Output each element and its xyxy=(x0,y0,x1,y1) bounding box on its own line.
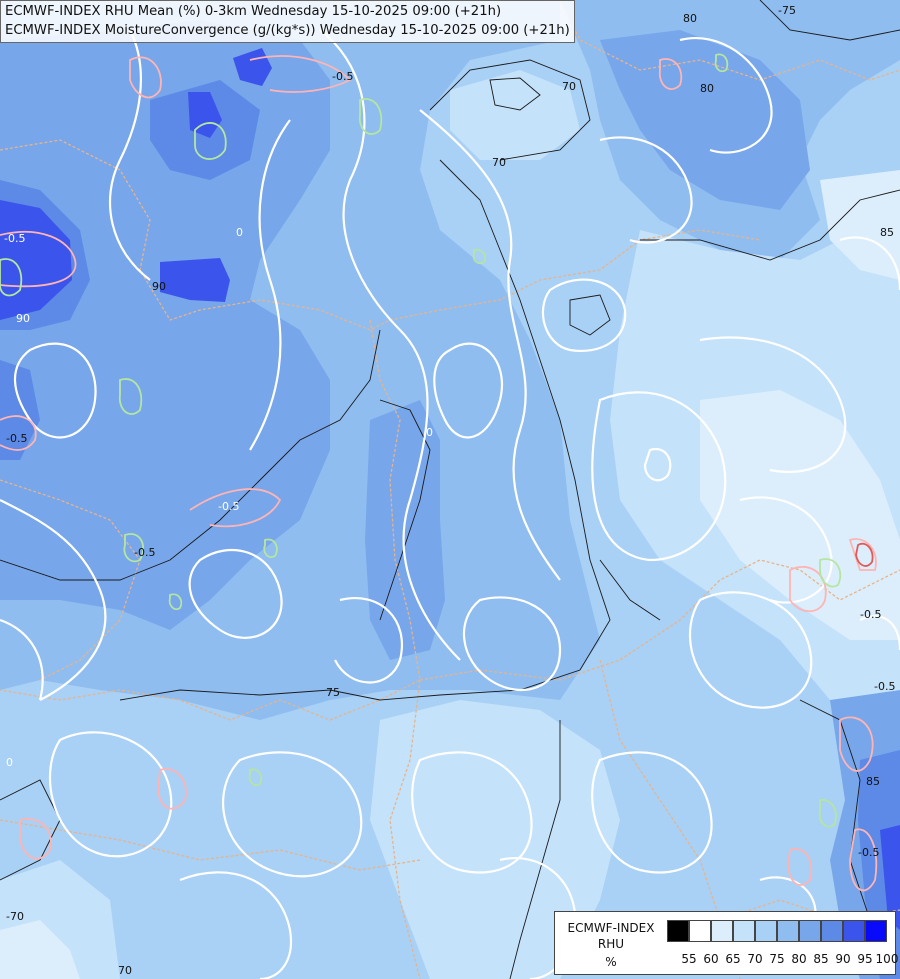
contour-label: 80 xyxy=(683,12,697,25)
legend-swatch xyxy=(755,920,777,942)
legend-swatch xyxy=(689,920,711,942)
contour-label: 90 xyxy=(16,312,30,325)
contour-label: 75 xyxy=(326,686,340,699)
legend-swatch xyxy=(843,920,865,942)
legend-swatch xyxy=(777,920,799,942)
contour-label: 0 xyxy=(6,756,13,769)
contour-label: -0.5 xyxy=(4,232,25,245)
legend-swatch xyxy=(865,920,887,942)
contour-label: 70 xyxy=(492,156,506,169)
contour-label: 90 xyxy=(152,280,166,293)
contour-label: 80 xyxy=(700,82,714,95)
contour-label: -0.5 xyxy=(6,432,27,445)
weather-map: -75 80 80 70 70 -0.5 -0.5 90 90 -0.5 -0.… xyxy=(0,0,900,979)
legend-swatch xyxy=(799,920,821,942)
legend-swatch xyxy=(733,920,755,942)
contour-label: -0.5 xyxy=(218,500,239,513)
contour-label: 0 xyxy=(426,426,433,439)
legend-unit: % xyxy=(605,955,617,969)
map-canvas: -75 80 80 70 70 -0.5 -0.5 90 90 -0.5 -0.… xyxy=(0,0,900,979)
legend-tick-label: 100 xyxy=(875,952,899,966)
contour-label: -0.5 xyxy=(332,70,353,83)
contour-label: -0.5 xyxy=(860,608,881,621)
contour-label: 70 xyxy=(118,964,132,977)
contour-label: -75 xyxy=(778,4,796,17)
title-rhu: ECMWF-INDEX RHU Mean (%) 0-3km Wednesday… xyxy=(5,4,502,19)
legend-variable: RHU xyxy=(597,937,625,951)
contour-label: 85 xyxy=(866,775,880,788)
contour-label: 0 xyxy=(236,226,243,239)
contour-label: -0.5 xyxy=(134,546,155,559)
legend-source: ECMWF-INDEX xyxy=(567,921,655,935)
map-title-box: ECMWF-INDEX RHU Mean (%) 0-3km Wednesday… xyxy=(0,0,575,43)
legend-swatch xyxy=(667,920,689,942)
rhu-legend: ECMWF-INDEX RHU % 55 60 65 70 75 80 85 90 95 100 xyxy=(554,911,898,975)
contour-label: -70 xyxy=(6,910,24,923)
contour-label: -0.5 xyxy=(858,846,879,859)
legend-swatch xyxy=(711,920,733,942)
contour-label: 70 xyxy=(562,80,576,93)
contour-label: 85 xyxy=(880,226,894,239)
legend-swatch xyxy=(821,920,843,942)
title-moisture-convergence: ECMWF-INDEX MoistureConvergence (g/(kg*s… xyxy=(5,23,570,38)
contour-label: -0.5 xyxy=(874,680,895,693)
